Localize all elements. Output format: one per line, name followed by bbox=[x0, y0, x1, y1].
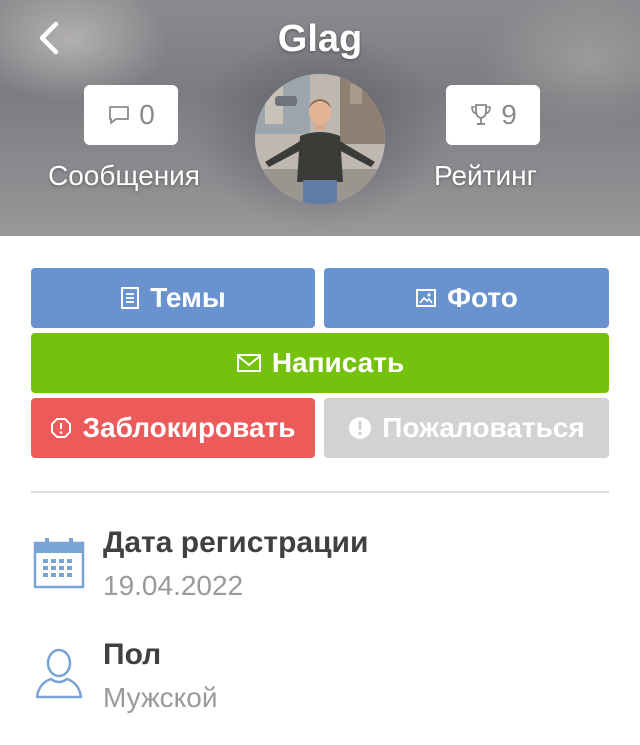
report-button[interactable]: Пожаловаться bbox=[324, 398, 609, 458]
topics-button-label: Темы bbox=[150, 282, 226, 313]
rating-label: Рейтинг bbox=[434, 160, 537, 191]
messages-label: Сообщения bbox=[48, 160, 200, 191]
write-message-button[interactable]: Написать bbox=[31, 333, 609, 393]
rating-count-box[interactable]: 9 bbox=[446, 85, 540, 145]
topics-button[interactable]: Темы bbox=[31, 268, 315, 328]
exclamation-circle-icon bbox=[349, 417, 372, 439]
registration-date-value: 19.04.2022 bbox=[103, 570, 244, 601]
write-message-button-label: Написать bbox=[271, 347, 405, 378]
profile-username: Glag bbox=[277, 18, 363, 60]
messages-count-box[interactable]: 0 bbox=[84, 85, 178, 145]
document-icon bbox=[121, 287, 140, 309]
registration-date-label: Дата регистрации bbox=[103, 526, 369, 559]
block-button-label: Заблокировать bbox=[82, 412, 296, 443]
comment-icon bbox=[109, 106, 130, 124]
rating-count: 9 bbox=[501, 99, 517, 130]
photo-button[interactable]: Фото bbox=[324, 268, 609, 328]
user-icon bbox=[33, 645, 85, 704]
report-button-label: Пожаловаться bbox=[382, 412, 585, 443]
profile-header: Glag 0 Сообщения 9 Рейтинг bbox=[0, 0, 640, 236]
avatar[interactable] bbox=[255, 74, 385, 204]
calendar-icon bbox=[33, 535, 85, 594]
section-divider bbox=[31, 491, 609, 493]
block-button[interactable]: Заблокировать bbox=[31, 398, 315, 458]
gender-label: Пол bbox=[103, 638, 162, 671]
envelope-icon bbox=[236, 354, 261, 372]
trophy-icon bbox=[471, 104, 492, 125]
photo-button-label: Фото bbox=[447, 282, 518, 313]
stop-octagon-icon bbox=[51, 418, 72, 438]
gender-value: Мужской bbox=[103, 682, 218, 713]
messages-count: 0 bbox=[139, 99, 155, 130]
avatar-photo bbox=[255, 74, 385, 204]
image-icon bbox=[416, 289, 437, 307]
